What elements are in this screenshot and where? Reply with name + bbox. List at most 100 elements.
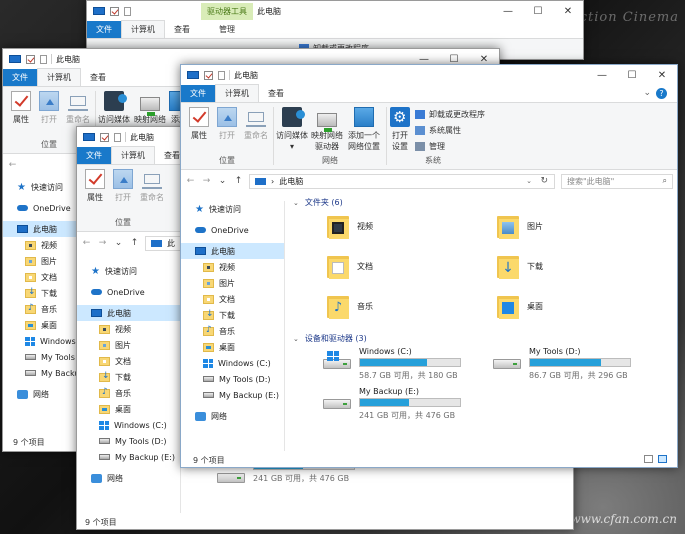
help-icon[interactable]: ? bbox=[656, 88, 667, 99]
properties-check-icon[interactable] bbox=[204, 70, 213, 80]
large-icons-view-icon[interactable] bbox=[658, 455, 667, 463]
details-view-icon[interactable] bbox=[644, 455, 653, 463]
tab-file[interactable]: 文件 bbox=[87, 21, 121, 38]
forward-icon[interactable]: → bbox=[202, 176, 211, 186]
nav-drive-d[interactable]: My Tools (D:) bbox=[77, 433, 180, 449]
access-media-button[interactable]: 访问媒体 bbox=[97, 91, 131, 125]
tab-file[interactable]: 文件 bbox=[77, 147, 111, 164]
nav-documents[interactable]: 文档 bbox=[77, 353, 180, 369]
new-folder-icon[interactable] bbox=[114, 132, 121, 142]
folder-videos[interactable]: 视频 bbox=[327, 213, 373, 239]
open-button[interactable]: 打开 bbox=[37, 91, 61, 125]
explorer-window-front[interactable]: 此电脑 — ☐ ✕ 文件 计算机 查看 ⌄ ? 属性 打开 重命名 位置 访问媒体 ▾… bbox=[180, 64, 678, 468]
rename-button[interactable]: 重命名 bbox=[63, 91, 93, 125]
folder-desktop[interactable]: 桌面 bbox=[497, 293, 543, 319]
open-button[interactable]: 打开 bbox=[111, 169, 135, 203]
manage-button[interactable]: 管理 bbox=[415, 141, 445, 152]
context-tab-drive-tools[interactable]: 驱动器工具 bbox=[201, 3, 253, 20]
close-button[interactable]: ✕ bbox=[553, 1, 583, 21]
address-box[interactable]: › 此电脑 ⌄ ↻ bbox=[249, 173, 555, 189]
nav-this-pc[interactable]: 此电脑 bbox=[181, 243, 284, 259]
drive-d[interactable]: My Tools (D:) 86.7 GB 可用，共 296 GB bbox=[493, 347, 631, 381]
recent-dropdown-icon[interactable]: ⌄ bbox=[114, 238, 123, 248]
up-icon[interactable]: ↑ bbox=[130, 238, 139, 248]
nav-network[interactable]: 网络 bbox=[77, 470, 180, 486]
nav-documents[interactable]: 文档 bbox=[181, 291, 284, 307]
properties-button[interactable]: 属性 bbox=[83, 169, 107, 203]
rename-button[interactable]: 重命名 bbox=[137, 169, 167, 203]
nav-this-pc[interactable]: 此电脑 bbox=[77, 305, 180, 321]
tab-view[interactable]: 查看 bbox=[165, 21, 199, 38]
add-network-location-button[interactable]: 添加一个 网络位置 bbox=[345, 107, 383, 152]
maximize-button[interactable]: ☐ bbox=[617, 65, 647, 85]
rename-button[interactable]: 重命名 bbox=[241, 107, 271, 141]
folders-group-header[interactable]: ⌄ 文件夹 (6) bbox=[293, 197, 343, 208]
title-bar[interactable]: 驱动器工具 此电脑 — ☐ ✕ bbox=[87, 1, 583, 21]
nav-music[interactable]: 音乐 bbox=[181, 323, 284, 339]
tab-computer[interactable]: 计算机 bbox=[111, 146, 155, 164]
forward-icon[interactable]: → bbox=[98, 238, 107, 248]
nav-drive-e[interactable]: My Backup (E:) bbox=[77, 449, 180, 465]
nav-drive-c[interactable]: Windows (C:) bbox=[77, 417, 180, 433]
properties-check-icon[interactable] bbox=[26, 54, 35, 64]
address-bar[interactable]: ← → ⌄ ↑ › 此电脑 ⌄ ↻ 搜索"此电脑" ⌕ bbox=[181, 170, 677, 192]
properties-check-icon[interactable] bbox=[110, 6, 119, 16]
access-media-button[interactable]: 访问媒体 ▾ bbox=[275, 107, 309, 152]
tab-computer[interactable]: 计算机 bbox=[215, 84, 259, 102]
nav-pictures[interactable]: 图片 bbox=[77, 337, 180, 353]
properties-button[interactable]: 属性 bbox=[187, 107, 211, 141]
nav-downloads[interactable]: 下载 bbox=[77, 369, 180, 385]
folder-documents[interactable]: 文档 bbox=[327, 253, 373, 279]
drives-group-header[interactable]: ⌄ 设备和驱动器 (3) bbox=[293, 333, 367, 344]
chevron-down-icon[interactable]: ⌄ bbox=[293, 199, 299, 207]
map-drive-button[interactable]: 映射网络 驱动器 bbox=[309, 107, 345, 152]
search-input[interactable]: 搜索"此电脑" ⌕ bbox=[561, 173, 673, 189]
chevron-down-icon[interactable]: ⌄ bbox=[293, 335, 299, 343]
nav-downloads[interactable]: 下载 bbox=[181, 307, 284, 323]
uninstall-programs-button[interactable]: 卸载或更改程序 bbox=[415, 109, 485, 120]
tab-computer[interactable]: 计算机 bbox=[37, 68, 81, 86]
back-icon[interactable]: ← bbox=[186, 176, 195, 186]
up-icon[interactable]: ↑ bbox=[234, 176, 243, 186]
tab-manage[interactable]: 管理 bbox=[199, 21, 244, 38]
new-folder-icon[interactable] bbox=[124, 6, 131, 16]
nav-music[interactable]: 音乐 bbox=[77, 385, 180, 401]
minimize-button[interactable]: — bbox=[587, 65, 617, 85]
back-icon[interactable]: ← bbox=[8, 160, 17, 170]
nav-quick-access[interactable]: ★ 快速访问 bbox=[77, 263, 180, 279]
nav-videos[interactable]: 视频 bbox=[77, 321, 180, 337]
nav-onedrive[interactable]: OneDrive bbox=[77, 284, 180, 300]
minimize-button[interactable]: — bbox=[493, 1, 523, 21]
map-drive-button[interactable]: 映射网络 bbox=[133, 91, 167, 125]
folder-downloads[interactable]: ↓ 下载 bbox=[497, 253, 543, 279]
nav-drive-c[interactable]: Windows (C:) bbox=[181, 355, 284, 371]
folder-music[interactable]: ♪ 音乐 bbox=[327, 293, 373, 319]
system-properties-button[interactable]: 系统属性 bbox=[415, 125, 461, 136]
properties-button[interactable]: 属性 bbox=[9, 91, 33, 125]
nav-pictures[interactable]: 图片 bbox=[181, 275, 284, 291]
nav-network[interactable]: 网络 bbox=[181, 408, 284, 424]
address-dropdown-icon[interactable]: ⌄ bbox=[526, 177, 532, 185]
nav-quick-access[interactable]: ★ 快速访问 bbox=[181, 201, 284, 217]
nav-drive-e[interactable]: My Backup (E:) bbox=[181, 387, 284, 403]
recent-dropdown-icon[interactable]: ⌄ bbox=[218, 176, 227, 186]
tab-file[interactable]: 文件 bbox=[3, 69, 37, 86]
nav-videos[interactable]: 视频 bbox=[181, 259, 284, 275]
drive-c[interactable]: Windows (C:) 58.7 GB 可用，共 180 GB bbox=[323, 347, 461, 381]
tab-computer[interactable]: 计算机 bbox=[121, 20, 165, 38]
nav-desktop[interactable]: 桌面 bbox=[181, 339, 284, 355]
open-settings-button[interactable]: 打开设置 bbox=[388, 107, 412, 152]
nav-desktop[interactable]: 桌面 bbox=[77, 401, 180, 417]
title-bar[interactable]: 此电脑 — ☐ ✕ bbox=[181, 65, 677, 85]
refresh-icon[interactable]: ↻ bbox=[540, 176, 548, 186]
tab-view[interactable]: 查看 bbox=[81, 69, 115, 86]
tab-file[interactable]: 文件 bbox=[181, 85, 215, 102]
properties-check-icon[interactable] bbox=[100, 132, 109, 142]
close-button[interactable]: ✕ bbox=[647, 65, 677, 85]
nav-drive-d[interactable]: My Tools (D:) bbox=[181, 371, 284, 387]
drive-e[interactable]: My Backup (E:) 241 GB 可用，共 476 GB bbox=[323, 387, 461, 421]
maximize-button[interactable]: ☐ bbox=[523, 1, 553, 21]
folder-pictures[interactable]: 图片 bbox=[497, 213, 543, 239]
tab-view[interactable]: 查看 bbox=[259, 85, 293, 102]
open-button[interactable]: 打开 bbox=[215, 107, 239, 141]
